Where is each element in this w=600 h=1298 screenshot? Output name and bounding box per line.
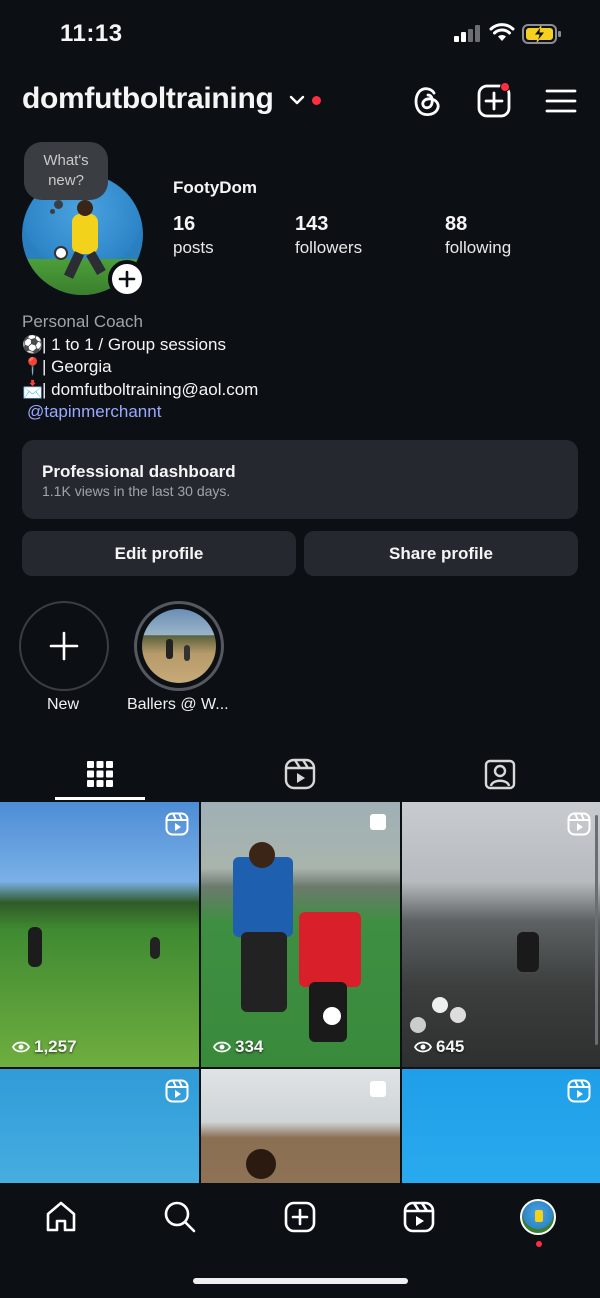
edit-profile-button[interactable]: Edit profile [22,531,296,576]
following-label[interactable]: following [445,238,511,258]
posts-count[interactable]: 16 [173,213,195,236]
note-bubble-tail-small [50,209,55,214]
profile-notification-dot [536,1241,542,1247]
dashboard-title: Professional dashboard [42,462,236,481]
nav-create[interactable] [280,1197,320,1237]
reel-icon [165,1079,189,1103]
highlight-ballers[interactable] [134,601,224,691]
post-view-count-text: 334 [235,1037,264,1056]
following-count[interactable]: 88 [445,213,467,236]
active-tab-indicator [55,797,145,800]
tagged-person-icon [484,759,516,790]
eye-icon [12,1041,30,1053]
threads-icon[interactable] [411,84,443,118]
nav-search[interactable] [160,1197,200,1237]
post-thumbnail[interactable]: 334 [201,802,400,1067]
profile-tabs [0,748,600,800]
bio-sessions-text: | 1 to 1 / Group sessions [42,334,226,354]
post-view-count-text: 1,257 [34,1037,77,1056]
post-thumbnail[interactable]: 645 [402,802,600,1067]
profile-full-name: FootyDom [173,178,258,197]
bio-location-text: | Georgia [42,357,112,376]
tab-grid[interactable] [0,748,200,800]
carousel-icon [370,814,386,830]
add-story-button[interactable] [108,260,146,298]
bio-line-email: 📩| domfutboltraining@aol.com [22,379,258,402]
posts-label[interactable]: posts [173,238,214,258]
create-icon [284,1201,316,1233]
eye-icon [414,1041,432,1053]
reel-icon [165,812,189,836]
carousel-icon [370,1081,386,1097]
new-highlight-label: New [47,696,80,713]
tab-reels[interactable] [200,748,400,800]
reel-icon [567,1079,591,1103]
reels-icon [403,1201,435,1233]
followers-count[interactable]: 143 [295,213,328,236]
bio-mention-link[interactable]: @tapinmerchannt [22,401,258,424]
post-view-count: 645 [414,1037,464,1057]
note-bubble-tail [54,200,63,209]
profile-bio: Personal Coach ⚽️| 1 to 1 / Group sessio… [22,311,258,424]
nav-reels[interactable] [399,1197,439,1237]
posts-grid: 1,257 334 645 [0,802,600,1183]
eye-icon [213,1041,231,1053]
search-icon [164,1201,196,1233]
profile-avatar-small [520,1199,556,1235]
reels-icon [284,758,316,790]
plus-icon [118,270,136,288]
post-view-count: 334 [213,1037,263,1057]
nav-profile[interactable] [518,1197,558,1237]
account-username[interactable]: domfutboltraining [22,82,274,116]
account-notification-dot [312,96,321,105]
note-bubble[interactable]: What's new? [24,142,108,200]
grid-icon [87,761,113,787]
wifi-icon [489,23,515,41]
home-icon [46,1201,76,1232]
tab-tagged[interactable] [400,748,600,800]
bio-line-sessions: ⚽️| 1 to 1 / Group sessions [22,334,258,357]
plus-icon [49,631,79,661]
highlight-cover [142,609,216,683]
followers-label[interactable]: followers [295,238,362,258]
home-indicator[interactable] [193,1278,408,1284]
pin-emoji: 📍 [22,357,44,376]
bio-email-text[interactable]: | domfutboltraining@aol.com [42,380,258,399]
soccer-ball-emoji: ⚽️ [22,334,44,354]
profile-header: domfutboltraining [0,78,600,126]
menu-icon[interactable] [545,88,577,114]
post-view-count: 1,257 [12,1037,77,1057]
reel-icon [567,812,591,836]
bio-line-location: 📍| Georgia [22,356,258,379]
cellular-signal-icon [454,25,480,42]
new-post-badge [500,82,510,92]
post-thumbnail[interactable] [201,1069,400,1183]
status-time: 11:13 [60,20,123,47]
professional-dashboard[interactable]: Professional dashboard 1.1K views in the… [22,440,578,519]
nav-home[interactable] [41,1197,81,1237]
status-bar: 11:13 [0,0,600,68]
post-thumbnail[interactable]: 1,257 [0,802,199,1067]
post-thumbnail[interactable] [0,1069,199,1183]
battery-charging-icon [522,24,561,44]
post-thumbnail[interactable] [402,1069,600,1183]
share-profile-button[interactable]: Share profile [304,531,578,576]
chevron-down-icon[interactable] [289,94,305,106]
post-view-count-text: 645 [436,1037,465,1056]
profile-category: Personal Coach [22,312,143,331]
highlight-ballers-label: Ballers @ W... [127,696,229,713]
new-highlight-button[interactable] [19,601,109,691]
dashboard-subtitle: 1.1K views in the last 30 days. [42,483,231,499]
scrollbar[interactable] [595,815,598,1045]
envelope-emoji: 📩 [22,379,44,399]
